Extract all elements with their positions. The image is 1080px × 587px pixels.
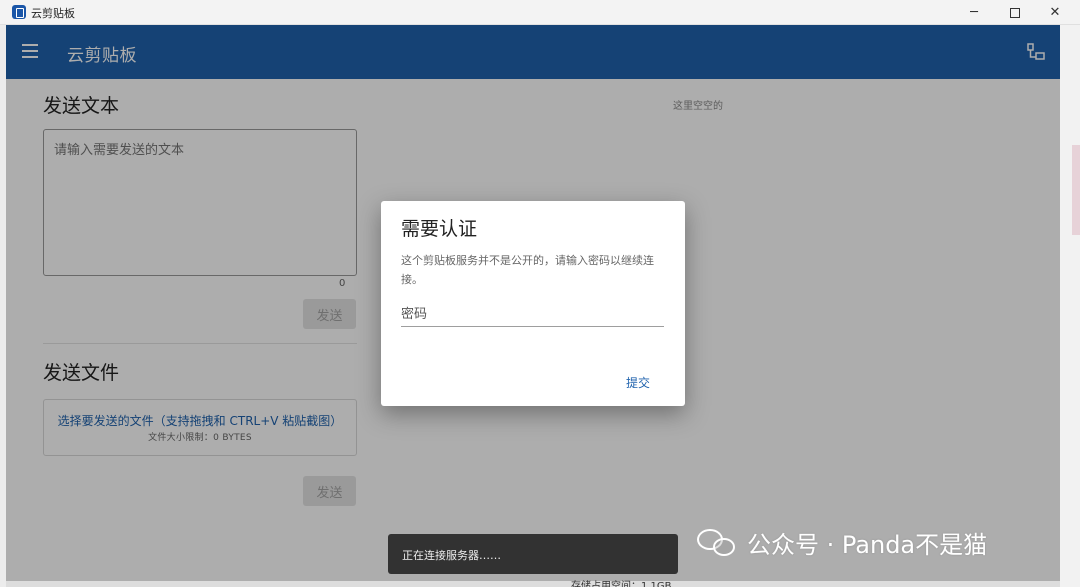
connection-snackbar: 正在连接服务器…… (388, 534, 678, 574)
wechat-icon (697, 527, 737, 559)
window-title: 云剪贴板 (31, 7, 75, 20)
app-logo-icon (12, 5, 26, 19)
window-titlebar: 云剪贴板 ─ ✕ (0, 0, 1080, 25)
window-bottom-edge (6, 581, 1060, 587)
maximize-button[interactable] (995, 0, 1035, 25)
app-window: 云剪贴板 发送文本 0 发送 发送文件 选择要发送的文件（支持拖拽和 CTRL+… (6, 25, 1060, 581)
password-input[interactable] (401, 303, 664, 327)
minimize-button[interactable]: ─ (954, 0, 994, 25)
maximize-icon (1010, 7, 1020, 18)
close-button[interactable]: ✕ (1035, 0, 1075, 25)
auth-dialog: 需要认证 这个剪贴板服务并不是公开的，请输入密码以继续连接。 提交 (381, 201, 685, 406)
watermark-text: 公众号 · Panda不是猫 (747, 531, 988, 559)
dialog-description: 这个剪贴板服务并不是公开的，请输入密码以继续连接。 (401, 254, 654, 286)
desktop-right-edge (1060, 25, 1080, 587)
storage-usage-text: 存储占用空间：1.1GB (571, 581, 672, 587)
snackbar-message: 正在连接服务器…… (402, 549, 501, 562)
submit-button[interactable]: 提交 (626, 374, 650, 391)
watermark: 公众号 · Panda不是猫 (697, 525, 987, 560)
dialog-title: 需要认证 (401, 218, 478, 240)
